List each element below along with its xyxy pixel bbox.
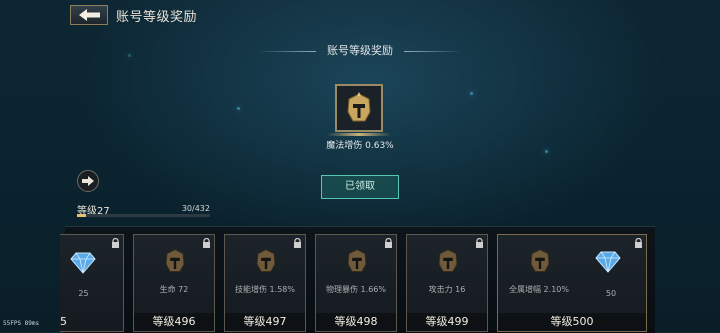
- level-reward-card[interactable]: 攻击力 16 等级499: [406, 234, 488, 332]
- sparkle-decoration: [128, 54, 131, 57]
- card-level: 等级497: [225, 313, 305, 331]
- card-level: 等级500: [498, 313, 646, 331]
- helmet-icon: [256, 249, 276, 272]
- helmet-icon: [438, 249, 458, 272]
- card-stat: 生命 72: [159, 285, 189, 294]
- sparkle-decoration: [237, 107, 240, 110]
- fps-readout: 55FPS 89ms: [3, 320, 40, 327]
- back-button[interactable]: [70, 5, 108, 25]
- card-stat: 物理暴伤 1.66%: [326, 285, 386, 294]
- exp-progress-bar: [77, 214, 210, 217]
- card-level: 5: [60, 315, 67, 328]
- reward-section-title: 账号等级奖励: [250, 40, 470, 62]
- card-stat-left: 全属增幅 2.10%: [509, 285, 569, 294]
- next-arrow-button[interactable]: [77, 170, 99, 192]
- card-level: 等级496: [134, 313, 214, 331]
- level-reward-card[interactable]: 技能增伤 1.58% 等级497: [224, 234, 306, 332]
- exp-text: 30/432: [181, 204, 210, 213]
- claimed-button[interactable]: 已领取: [321, 175, 399, 199]
- diamond-icon: [595, 251, 621, 273]
- level-reward-card[interactable]: 物理暴伤 1.66% 等级498: [315, 234, 397, 332]
- sparkle-decoration: [470, 92, 473, 95]
- lock-icon: [203, 238, 210, 248]
- card-stat: 技能增伤 1.58%: [235, 285, 295, 294]
- exp-progress-fill: [77, 214, 87, 217]
- helmet-icon: [347, 249, 367, 272]
- lock-icon: [294, 238, 301, 248]
- level-reward-card[interactable]: 全属增幅 2.10% 50 等级500: [497, 234, 647, 332]
- back-arrow-icon: [79, 9, 100, 21]
- helmet-icon: [165, 249, 185, 272]
- lock-icon: [112, 238, 119, 248]
- helmet-icon: [347, 92, 371, 122]
- card-stat: 攻击力 16: [428, 285, 466, 294]
- arrow-right-icon: [82, 176, 94, 186]
- lock-icon: [476, 238, 483, 248]
- card-level: 等级499: [407, 313, 487, 331]
- page-title: 账号等级奖励: [116, 10, 198, 25]
- lock-icon: [635, 238, 642, 248]
- helmet-icon: [530, 249, 550, 272]
- level-reward-card[interactable]: 生命 72 等级496: [133, 234, 215, 332]
- sparkle-decoration: [545, 150, 548, 153]
- lock-icon: [385, 238, 392, 248]
- reward-label: 魔法增伤 0.63%: [326, 141, 394, 151]
- card-stat-right: 50: [605, 289, 617, 298]
- diamond-icon: [70, 252, 96, 274]
- level-reward-card[interactable]: 25 5: [60, 234, 124, 332]
- reward-item-frame[interactable]: [327, 84, 391, 136]
- card-level: 等级498: [316, 313, 396, 331]
- card-stat: 25: [78, 289, 89, 298]
